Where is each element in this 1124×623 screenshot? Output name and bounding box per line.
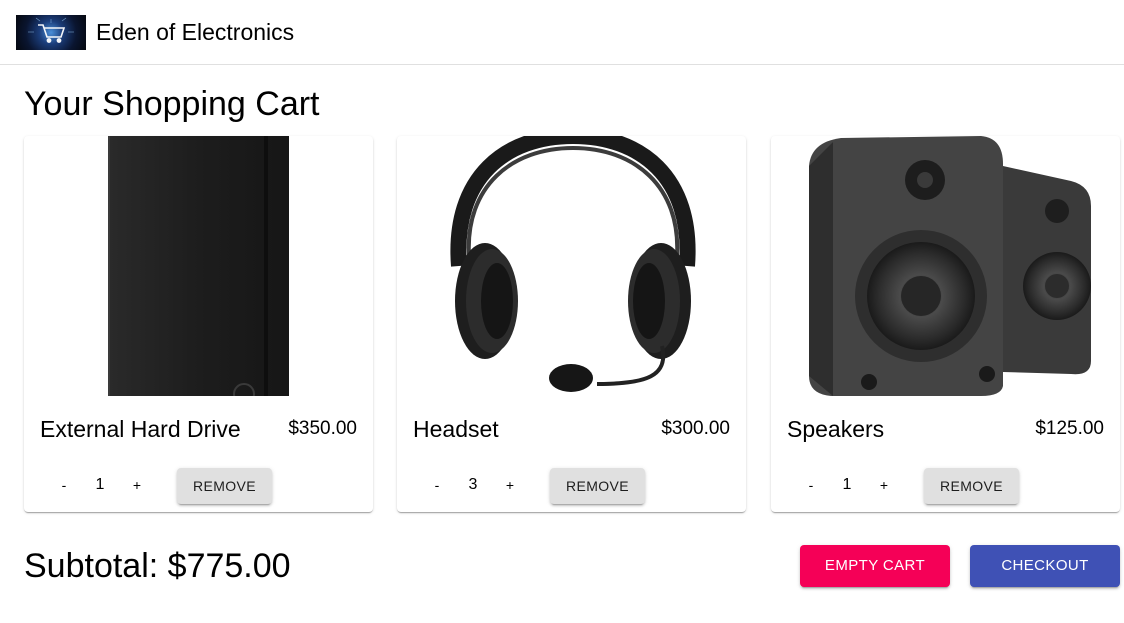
remove-button[interactable]: REMOVE	[550, 468, 645, 504]
decrement-button[interactable]: -	[52, 469, 76, 501]
shopping-cart-icon	[28, 17, 74, 43]
decrement-button[interactable]: -	[425, 469, 449, 501]
quantity-value: 1	[95, 476, 105, 493]
subtotal: Subtotal: $775.00	[24, 547, 291, 585]
checkout-button[interactable]: CHECKOUT	[970, 545, 1120, 587]
headset-image	[397, 136, 746, 396]
cart-item-card: Speakers $125.00 - 1 + REMOVE	[771, 136, 1120, 512]
external-hard-drive-image	[24, 136, 373, 405]
remove-button[interactable]: REMOVE	[177, 468, 272, 504]
quantity-value: 3	[468, 476, 478, 493]
item-name: External Hard Drive	[40, 416, 241, 442]
increment-button[interactable]: +	[498, 469, 522, 501]
item-name: Speakers	[787, 416, 885, 442]
app-bar: Eden of Electronics	[0, 0, 1124, 65]
store-logo[interactable]	[16, 15, 86, 50]
empty-cart-button[interactable]: EMPTY CART	[800, 545, 950, 587]
item-price: $125.00	[1035, 418, 1104, 439]
item-name: Headset	[413, 416, 499, 442]
remove-button[interactable]: REMOVE	[924, 468, 1019, 504]
item-price: $350.00	[288, 418, 357, 439]
decrement-button[interactable]: -	[799, 469, 823, 501]
increment-button[interactable]: +	[872, 469, 896, 501]
brand-name[interactable]: Eden of Electronics	[96, 18, 294, 46]
cart-item-card: Headset $300.00 - 3 + REMOVE	[397, 136, 746, 512]
cart-item-card: External Hard Drive $350.00 - 1 + REMOVE	[24, 136, 373, 512]
quantity-value: 1	[842, 476, 852, 493]
speakers-image	[771, 136, 1120, 396]
page-title: Your Shopping Cart	[24, 85, 320, 123]
increment-button[interactable]: +	[125, 469, 149, 501]
item-price: $300.00	[661, 418, 730, 439]
